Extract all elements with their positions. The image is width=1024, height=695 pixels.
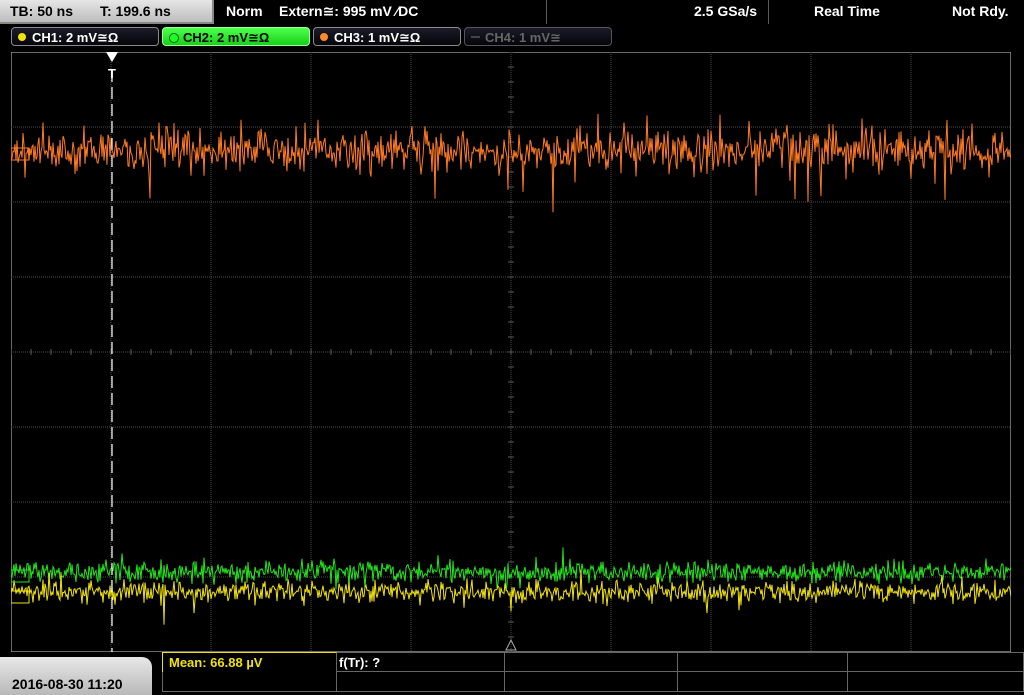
measurement-cell-empty[interactable]	[848, 652, 1024, 672]
ch2-indicator-icon	[169, 33, 179, 43]
graticule: T	[11, 52, 1011, 652]
timebase-panel[interactable]: TB: 50 ns T: 199.6 ns	[0, 0, 214, 24]
measurement-cell-empty[interactable]	[337, 672, 505, 692]
ch3-label: CH3: 1 mV≅Ω	[334, 30, 421, 45]
trigger-time-readout: T: 199.6 ns	[100, 3, 171, 19]
datetime-panel: 2016-08-30 11:20	[0, 657, 152, 695]
tab-ch1[interactable]: CH1: 2 mV≅Ω	[11, 27, 159, 46]
trigger-mode[interactable]: Norm	[226, 3, 263, 19]
ch1-indicator-icon	[18, 33, 26, 41]
measurement-ftr: f(Tr): ?	[339, 655, 381, 670]
acquisition-status: Not Rdy.	[952, 3, 1009, 19]
measurement-cell-empty[interactable]	[848, 672, 1024, 692]
status-bar: TB: 50 ns T: 199.6 ns Norm Extern≅: 995 …	[0, 0, 1024, 25]
trigger-source[interactable]: Extern≅: 995 mV ∕DC	[279, 3, 418, 20]
channel-bar: CH1: 2 mV≅Ω CH2: 2 mV≅Ω CH3: 1 mV≅Ω CH4:…	[0, 25, 1024, 49]
measurement-cell-empty[interactable]	[505, 652, 678, 672]
tab-ch4[interactable]: CH4: 1 mV≅	[464, 27, 612, 46]
measurement-cell-ftr[interactable]: f(Tr): ?	[337, 652, 505, 672]
measurement-cell-empty[interactable]	[505, 672, 678, 692]
trigger-marker-label: T	[108, 66, 116, 81]
ch1-label: CH1: 2 mV≅Ω	[32, 30, 119, 45]
measurement-cell-empty[interactable]	[678, 652, 848, 672]
measurement-cell-empty[interactable]	[678, 672, 848, 692]
sample-rate[interactable]: 2.5 GSa/s	[694, 3, 757, 19]
ch4-label: CH4: 1 mV≅	[485, 30, 561, 45]
tab-ch3[interactable]: CH3: 1 mV≅Ω	[313, 27, 461, 46]
divider	[768, 0, 769, 24]
bottom-bar: 2016-08-30 11:20 Mean: 66.88 µV f(Tr): ?	[0, 652, 1024, 695]
timebase-readout: TB: 50 ns	[10, 3, 74, 19]
ch3-indicator-icon	[320, 33, 328, 41]
divider	[546, 0, 547, 24]
acquisition-mode[interactable]: Real Time	[814, 3, 880, 19]
measurement-cell-mean[interactable]: Mean: 66.88 µV	[162, 652, 337, 672]
datetime-readout: 2016-08-30 11:20	[12, 676, 123, 692]
ch4-off-icon	[471, 36, 480, 38]
measurement-panel: Mean: 66.88 µV f(Tr): ?	[162, 652, 1024, 695]
measurement-mean: Mean: 66.88 µV	[169, 655, 263, 670]
tab-ch2[interactable]: CH2: 2 mV≅Ω	[162, 27, 310, 46]
ch2-label: CH2: 2 mV≅Ω	[183, 30, 270, 45]
waveform-display[interactable]: T	[11, 52, 1011, 652]
measurement-cell-empty[interactable]	[162, 672, 337, 692]
